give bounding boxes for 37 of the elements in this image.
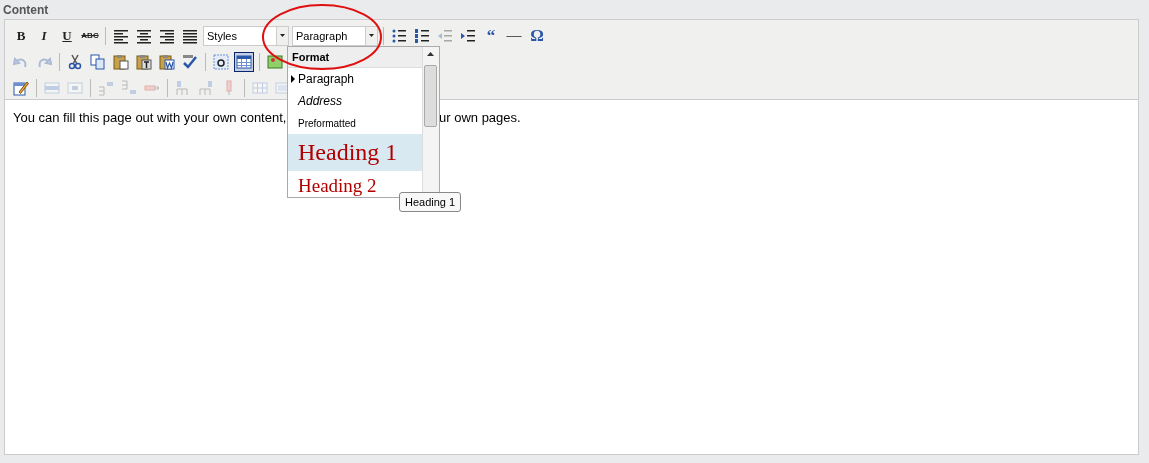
justify-icon[interactable] [182,27,198,44]
table-icon[interactable] [236,53,252,70]
menu-item[interactable]: Address [288,90,422,112]
scroll-up-icon[interactable] [427,52,434,56]
menu-item[interactable]: Paragraph [288,68,422,90]
format-button[interactable]: ABC [80,25,100,46]
menu-item[interactable]: Heading 1 [288,134,422,171]
dropdown[interactable]: Styles [203,25,289,46]
cut-icon[interactable] [67,53,83,70]
section-label: Content [3,3,49,17]
edit-icon[interactable] [13,79,29,96]
caret-icon [280,34,285,37]
paste-word-icon[interactable] [159,53,175,70]
tooltip: Heading 1 [399,192,462,212]
align-left-icon[interactable] [113,27,129,44]
spellcheck-icon[interactable] [182,53,198,70]
format-button[interactable]: Ω [527,25,547,46]
format-button[interactable]: “ [481,25,501,46]
menu-header: Format [288,47,422,68]
body-text: You can fill this page out with your own content, [13,110,287,125]
body-text: ur own pages. [439,110,521,125]
paste-icon[interactable] [113,53,129,70]
bulleted-list-icon[interactable] [391,27,407,44]
anchor-icon[interactable] [213,53,229,70]
indent-icon[interactable] [460,27,476,44]
format-button[interactable]: — [504,25,524,46]
paste-text-icon[interactable] [136,53,152,70]
caret-icon [369,34,374,37]
format-button[interactable]: U [57,25,77,46]
numbered-list-icon[interactable] [414,27,430,44]
menu-item[interactable]: Preformatted [288,112,422,134]
format-button[interactable]: B [11,25,31,46]
align-right-icon[interactable] [159,27,175,44]
dropdown[interactable]: Paragraph [292,25,378,46]
copy-icon[interactable] [90,53,106,70]
align-center-icon[interactable] [136,27,152,44]
format-button[interactable]: I [34,25,54,46]
